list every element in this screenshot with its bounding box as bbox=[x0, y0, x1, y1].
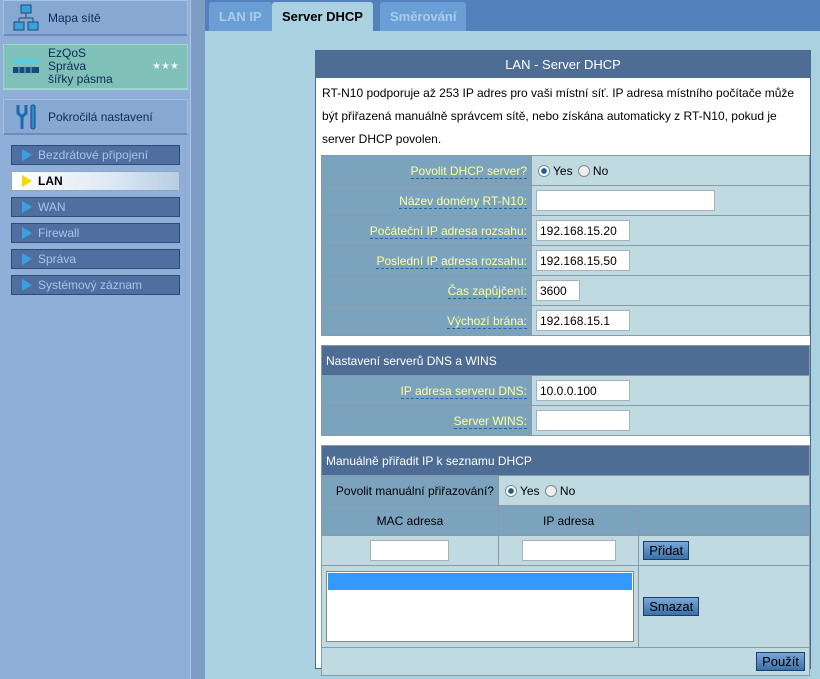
tab-bar: LAN IP Server DHCP Směrování bbox=[205, 0, 820, 31]
menu-label: Pokročilá nastavení bbox=[48, 109, 153, 124]
menu-advanced[interactable]: Pokročilá nastavení bbox=[3, 99, 188, 135]
radio-label: No bbox=[559, 483, 576, 498]
sidebar-item-label: WAN bbox=[38, 200, 66, 214]
sidebar-item-label: LAN bbox=[38, 174, 63, 188]
sidebar-item-wireless[interactable]: Bezdrátové připojení bbox=[11, 145, 180, 165]
tab-lan-ip[interactable]: LAN IP bbox=[209, 2, 272, 31]
domain-input[interactable] bbox=[536, 190, 715, 211]
gateway-label: Výchozí brána: bbox=[446, 313, 527, 329]
manual-header: Manuálně přiřadit IP k seznamu DHCP bbox=[321, 445, 810, 476]
gateway-input[interactable] bbox=[536, 310, 630, 331]
list-selected-row[interactable] bbox=[328, 573, 633, 590]
menu-label: Správa bbox=[48, 59, 87, 73]
assignment-list[interactable] bbox=[326, 571, 635, 642]
sidebar-item-system-log[interactable]: Systémový záznam bbox=[11, 275, 180, 295]
panel-description: RT-N10 podporuje až 253 IP adres pro vaš… bbox=[322, 86, 795, 146]
mac-input[interactable] bbox=[370, 540, 450, 561]
sidebar-item-label: Správa bbox=[38, 252, 77, 266]
enable-dhcp-label: Povolit DHCP server? bbox=[410, 163, 527, 179]
arrow-icon bbox=[22, 149, 32, 161]
sidebar-item-wan[interactable]: WAN bbox=[11, 197, 180, 217]
start-ip-input[interactable] bbox=[536, 220, 630, 241]
arrow-icon bbox=[22, 227, 32, 239]
arrow-icon bbox=[22, 201, 32, 213]
dhcp-panel: LAN - Server DHCP RT-N10 podporuje až 25… bbox=[315, 50, 811, 676]
bandwidth-icon bbox=[4, 57, 48, 77]
lease-input[interactable] bbox=[536, 280, 580, 301]
ip-column-header: IP adresa bbox=[497, 505, 640, 536]
menu-network-map[interactable]: Mapa sítě bbox=[3, 0, 188, 36]
dns-label: IP adresa serveru DNS: bbox=[400, 383, 527, 399]
sidebar: Mapa sítě EzQoS Správa šířky pásma ★★★ Pok… bbox=[0, 0, 190, 679]
sidebar-item-firewall[interactable]: Firewall bbox=[11, 223, 180, 243]
add-button[interactable]: Přidat bbox=[643, 541, 690, 560]
tab-routing[interactable]: Směrování bbox=[380, 2, 467, 31]
menu-label: šířky pásma bbox=[48, 72, 113, 86]
sidebar-item-label: Firewall bbox=[38, 226, 80, 240]
domain-label: Název domény RT-N10: bbox=[399, 193, 527, 209]
mac-column-header: MAC adresa bbox=[321, 505, 499, 536]
radio-label: Yes bbox=[553, 163, 573, 178]
menu-label: Mapa sítě bbox=[48, 10, 101, 25]
dns-table: Nastavení serverů DNS a WINS IP adresa s… bbox=[321, 345, 810, 436]
apply-button[interactable]: Použít bbox=[756, 652, 805, 671]
menu-ezqos[interactable]: EzQoS Správa šířky pásma ★★★ bbox=[3, 44, 188, 90]
tab-dhcp-server[interactable]: Server DHCP bbox=[272, 2, 373, 31]
dhcp-no-radio[interactable] bbox=[577, 164, 590, 177]
dhcp-settings-table: Povolit DHCP server? Yes No Název domény… bbox=[321, 155, 810, 336]
arrow-icon bbox=[22, 253, 32, 265]
dns-header: Nastavení serverů DNS a WINS bbox=[321, 345, 810, 376]
stars-icon: ★★★ bbox=[152, 61, 179, 72]
end-ip-input[interactable] bbox=[536, 250, 630, 271]
dhcp-yes-radio[interactable] bbox=[538, 164, 550, 177]
panel-title: LAN - Server DHCP bbox=[316, 51, 810, 78]
manual-table: Manuálně přiřadit IP k seznamu DHCP Povo… bbox=[320, 445, 811, 676]
end-ip-label: Poslední IP adresa rozsahu: bbox=[376, 253, 527, 269]
sidebar-item-label: Bezdrátové připojení bbox=[38, 148, 149, 162]
sidebar-item-label: Systémový záznam bbox=[38, 278, 143, 292]
manual-yes-radio[interactable] bbox=[504, 484, 517, 497]
lease-label: Čas zapůjčení: bbox=[447, 283, 527, 299]
sidebar-item-lan[interactable]: LAN bbox=[11, 171, 180, 191]
arrow-icon bbox=[22, 279, 32, 291]
start-ip-label: Počáteční IP adresa rozsahu: bbox=[369, 223, 527, 239]
wins-label: Server WINS: bbox=[453, 413, 527, 429]
ip-input[interactable] bbox=[521, 540, 616, 561]
divider bbox=[190, 0, 205, 679]
menu-label: EzQoS bbox=[48, 46, 87, 60]
radio-label: Yes bbox=[519, 483, 540, 498]
wins-input[interactable] bbox=[536, 410, 630, 431]
tools-icon bbox=[4, 103, 48, 131]
manual-no-radio[interactable] bbox=[544, 484, 557, 497]
enable-manual-label: Povolit manuální přiřazování? bbox=[321, 475, 499, 506]
dns-input[interactable] bbox=[536, 380, 630, 401]
sidebar-item-administration[interactable]: Správa bbox=[11, 249, 180, 269]
delete-button[interactable]: Smazat bbox=[643, 597, 700, 616]
arrow-icon bbox=[22, 175, 32, 187]
network-map-icon bbox=[4, 4, 48, 32]
radio-label: No bbox=[592, 163, 609, 178]
